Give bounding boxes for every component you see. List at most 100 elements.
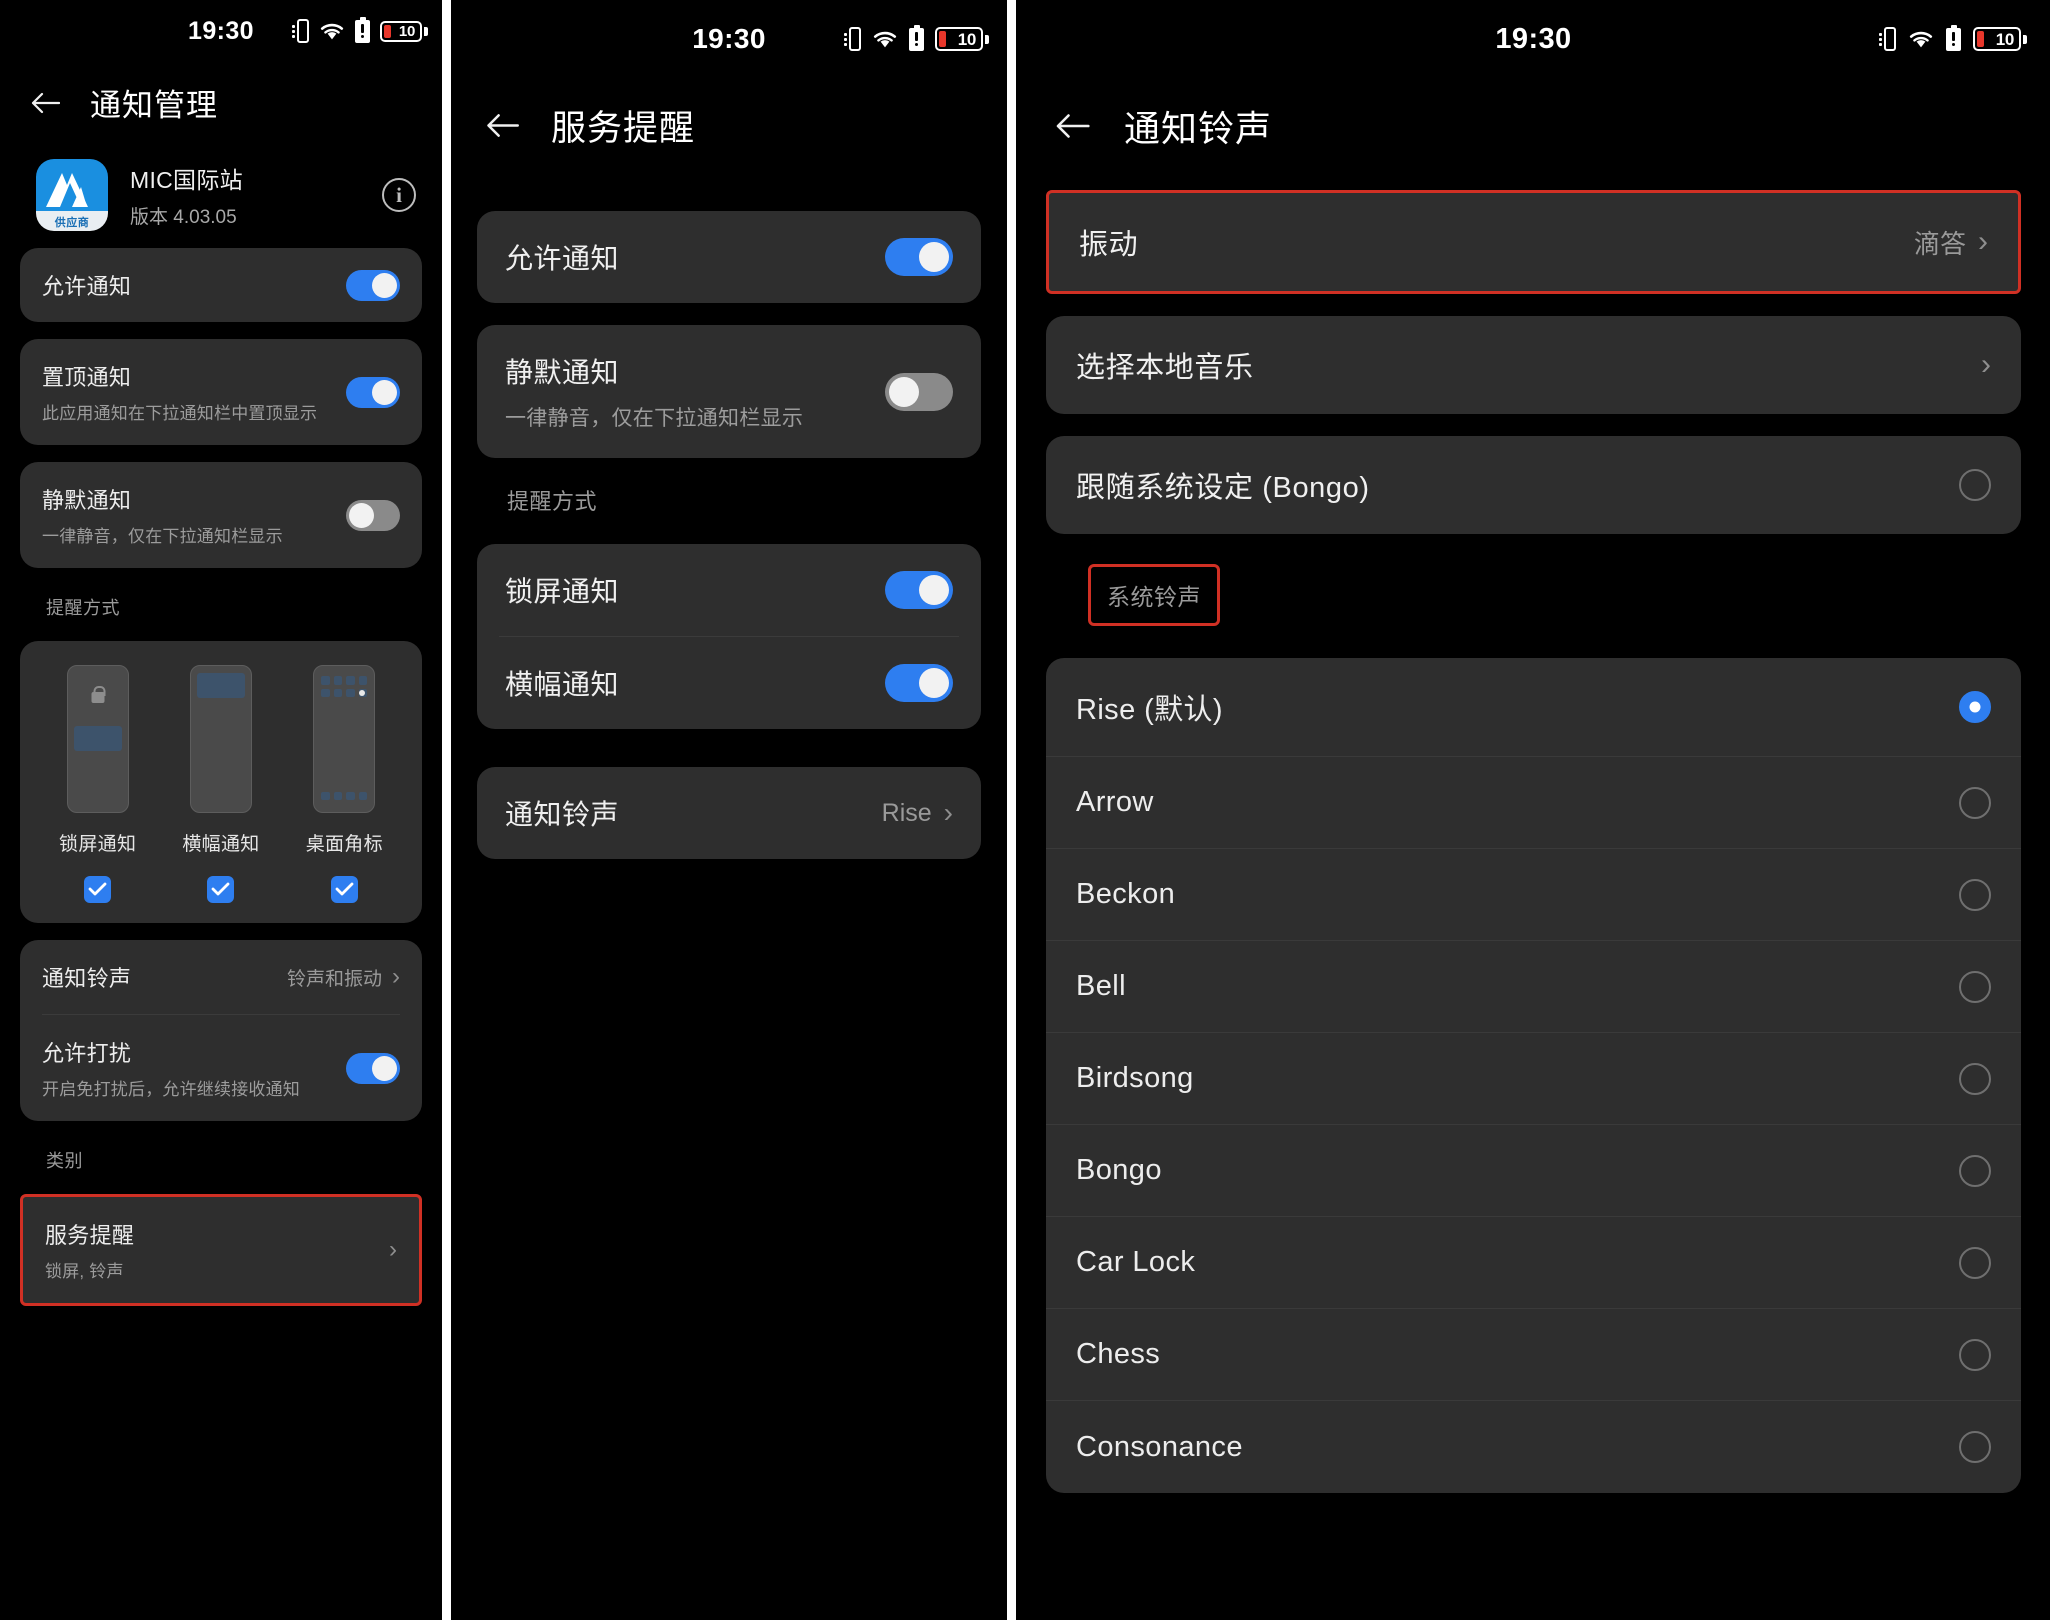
row-allow-notifications[interactable]: 允许通知 xyxy=(477,211,981,303)
row-notification-ringtone[interactable]: 通知铃声 铃声和振动 › xyxy=(20,940,422,1014)
row-pin-notifications[interactable]: 置顶通知 此应用通知在下拉通知栏中置顶显示 xyxy=(20,339,422,445)
chevron-right-icon: › xyxy=(389,1236,397,1263)
system-tones-list: Rise (默认) Arrow Beckon Bell Birdsong Bon… xyxy=(1046,658,2021,1493)
panel3-content: 振动 滴答 › 选择本地音乐 › 跟随系统设定 (Bongo) 系统铃声 Ris… xyxy=(1016,152,2050,1493)
style-option-badge[interactable]: 桌面角标 xyxy=(289,665,399,903)
tone-radio-consonance[interactable] xyxy=(1959,1431,1991,1463)
tone-label: Bongo xyxy=(1076,1154,1162,1186)
tone-label: Arrow xyxy=(1076,786,1154,818)
info-icon[interactable]: i xyxy=(382,178,416,212)
allow-disturb-toggle[interactable] xyxy=(346,1052,400,1084)
silent-notifications-toggle[interactable] xyxy=(885,372,953,411)
pin-notifications-toggle[interactable] xyxy=(346,376,400,408)
row-lockscreen-notification[interactable]: 锁屏通知 xyxy=(477,544,981,636)
vibrate-icon xyxy=(292,19,309,43)
status-bar: 19:30 10 xyxy=(1016,0,2050,78)
style-checkbox-banner[interactable] xyxy=(207,876,235,903)
battery-level: 10 xyxy=(1995,29,2015,49)
page-title: 通知管理 xyxy=(90,88,218,123)
row-allow-notifications[interactable]: 允许通知 xyxy=(20,248,422,322)
row-follow-system[interactable]: 跟随系统设定 (Bongo) xyxy=(1046,436,2021,534)
allow-notifications-toggle[interactable] xyxy=(346,269,400,301)
row-value: 滴答 xyxy=(1913,228,1966,259)
allow-notifications-card[interactable]: 允许通知 xyxy=(477,211,981,303)
row-title: 允许通知 xyxy=(505,243,620,274)
tone-row-rise[interactable]: Rise (默认) xyxy=(1046,658,2021,757)
tone-row-consonance[interactable]: Consonance xyxy=(1046,1401,2021,1493)
tone-radio-bell[interactable] xyxy=(1959,970,1991,1003)
page-title: 通知铃声 xyxy=(1124,108,1273,149)
follow-system-card[interactable]: 跟随系统设定 (Bongo) xyxy=(1046,436,2021,534)
vibration-card[interactable]: 振动 滴答 › xyxy=(1046,190,2021,294)
tone-label: Bell xyxy=(1076,970,1126,1002)
row-banner-notification[interactable]: 横幅通知 xyxy=(477,637,981,729)
row-silent-notifications[interactable]: 静默通知 一律静音，仅在下拉通知栏显示 xyxy=(477,325,981,458)
page-title: 服务提醒 xyxy=(551,109,696,148)
local-music-card[interactable]: 选择本地音乐 › xyxy=(1046,316,2021,414)
lockscreen-preview-icon xyxy=(66,665,129,813)
tone-radio-beckon[interactable] xyxy=(1959,878,1991,911)
tone-row-bell[interactable]: Bell xyxy=(1046,941,2021,1033)
category-service-reminder-card[interactable]: 服务提醒 锁屏, 铃声 › xyxy=(20,1194,422,1306)
tone-radio-bongo[interactable] xyxy=(1959,1154,1991,1187)
status-clock: 19:30 xyxy=(692,23,766,54)
style-checkbox-badge[interactable] xyxy=(330,876,358,903)
tone-radio-chess[interactable] xyxy=(1959,1338,1991,1371)
tone-label: Birdsong xyxy=(1076,1062,1194,1094)
silent-notifications-card[interactable]: 静默通知 一律静音，仅在下拉通知栏显示 xyxy=(20,462,422,568)
row-subtitle: 开启免打扰后，允许继续接收通知 xyxy=(42,1080,300,1099)
notification-ringtone-card[interactable]: 通知铃声 Rise › xyxy=(477,767,981,859)
silent-notifications-card[interactable]: 静默通知 一律静音，仅在下拉通知栏显示 xyxy=(477,325,981,458)
tone-radio-car-lock[interactable] xyxy=(1959,1246,1991,1279)
battery-alert-icon xyxy=(909,24,924,51)
tone-label: Beckon xyxy=(1076,878,1176,910)
row-select-local-music[interactable]: 选择本地音乐 › xyxy=(1046,316,2021,414)
row-title: 锁屏通知 xyxy=(505,576,620,607)
battery-icon: 10 xyxy=(380,20,428,42)
ringtone-and-disturb-card: 通知铃声 铃声和振动 › 允许打扰 开启免打扰后，允许继续接收通知 xyxy=(20,940,422,1121)
row-notification-ringtone[interactable]: 通知铃声 Rise › xyxy=(477,767,981,859)
tone-radio-arrow[interactable] xyxy=(1959,786,1991,819)
row-title: 静默通知 xyxy=(505,357,620,388)
battery-icon: 10 xyxy=(1973,27,2027,51)
row-vibration[interactable]: 振动 滴答 › xyxy=(1049,193,2018,291)
phone-panel-notification-management: 19:30 10 通知管理 供应商 MIC国际站 版本 4.03.05 i 允许… xyxy=(0,0,442,1620)
status-bar: 19:30 10 xyxy=(451,0,1007,78)
phone-panel-notification-ringtone: 19:30 10 通知铃声 振动 滴答 › 选择本地音乐 › 跟随系统设定 (B… xyxy=(1016,0,2050,1620)
app-bar: 通知铃声 xyxy=(1016,78,2050,152)
row-subtitle: 一律静音，仅在下拉通知栏显示 xyxy=(42,527,283,546)
back-arrow-icon[interactable] xyxy=(30,91,60,115)
tone-row-beckon[interactable]: Beckon xyxy=(1046,849,2021,941)
pin-notifications-card[interactable]: 置顶通知 此应用通知在下拉通知栏中置顶显示 xyxy=(20,339,422,445)
app-icon-badge-text: 供应商 xyxy=(54,217,90,229)
tone-row-bongo[interactable]: Bongo xyxy=(1046,1125,2021,1217)
lockscreen-notification-toggle[interactable] xyxy=(885,571,953,609)
style-option-banner[interactable]: 横幅通知 xyxy=(166,665,276,903)
tone-radio-birdsong[interactable] xyxy=(1959,1062,1991,1095)
chevron-right-icon: › xyxy=(392,963,400,990)
style-option-lockscreen[interactable]: 锁屏通知 xyxy=(43,665,153,903)
row-allow-disturb[interactable]: 允许打扰 开启免打扰后，允许继续接收通知 xyxy=(20,1015,422,1121)
allow-notifications-toggle[interactable] xyxy=(885,238,953,276)
tone-label: Rise (默认) xyxy=(1076,694,1223,726)
tone-label: Consonance xyxy=(1076,1430,1243,1463)
back-arrow-icon[interactable] xyxy=(1054,112,1090,140)
style-checkbox-lockscreen[interactable] xyxy=(84,876,112,903)
section-label-alert-style: 提醒方式 xyxy=(46,598,120,618)
tone-row-chess[interactable]: Chess xyxy=(1046,1309,2021,1401)
allow-notifications-card[interactable]: 允许通知 xyxy=(20,248,422,322)
app-name: MIC国际站 xyxy=(130,167,243,193)
section-label-system-tones-highlight: 系统铃声 xyxy=(1088,564,1220,626)
app-bar: 通知管理 xyxy=(0,62,442,125)
banner-notification-toggle[interactable] xyxy=(885,664,953,702)
tone-radio-rise[interactable] xyxy=(1959,691,1991,723)
follow-system-radio[interactable] xyxy=(1959,469,1991,501)
row-silent-notifications[interactable]: 静默通知 一律静音，仅在下拉通知栏显示 xyxy=(20,462,422,568)
tone-row-arrow[interactable]: Arrow xyxy=(1046,757,2021,849)
row-service-reminder[interactable]: 服务提醒 锁屏, 铃声 › xyxy=(23,1197,419,1303)
style-label: 锁屏通知 xyxy=(59,834,137,855)
tone-row-birdsong[interactable]: Birdsong xyxy=(1046,1033,2021,1125)
tone-row-car-lock[interactable]: Car Lock xyxy=(1046,1217,2021,1309)
silent-notifications-toggle[interactable] xyxy=(346,499,400,531)
back-arrow-icon[interactable] xyxy=(485,112,519,139)
